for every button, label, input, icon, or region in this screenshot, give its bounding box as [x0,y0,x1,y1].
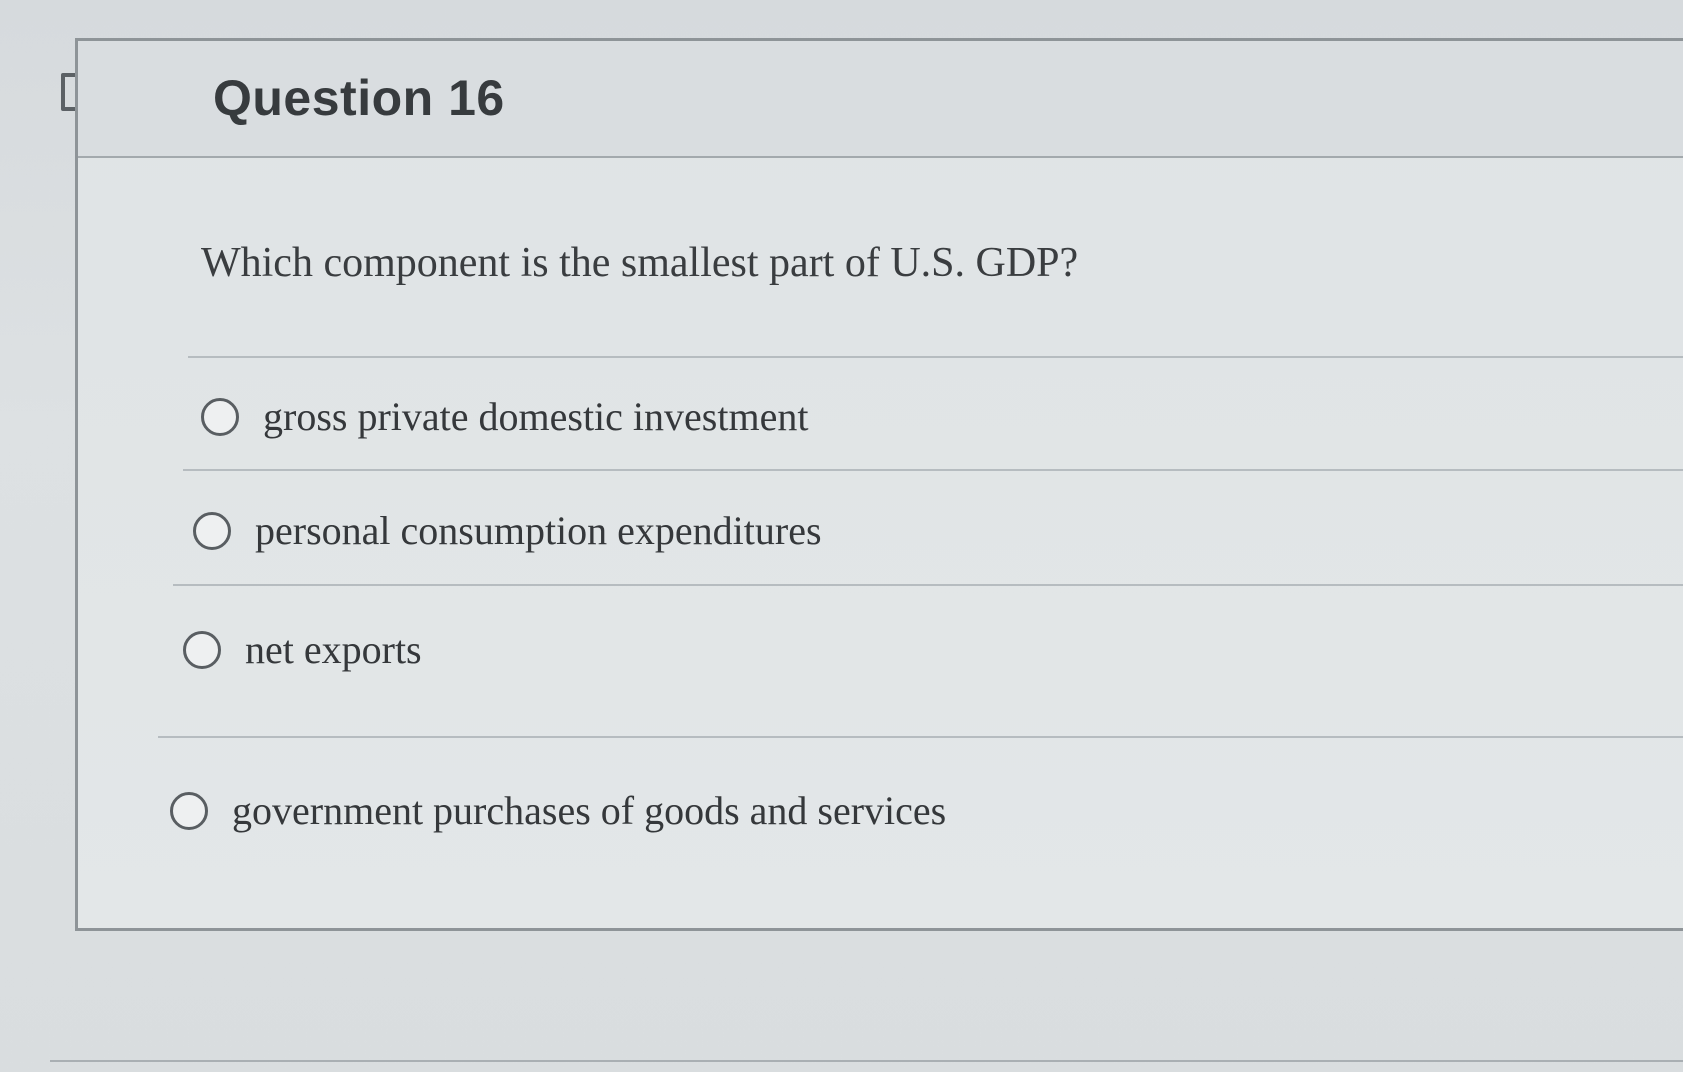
answer-label: government purchases of goods and servic… [232,788,947,833]
answer-label: personal consumption expenditures [255,508,822,553]
answer-option-3[interactable]: net exports [183,626,422,673]
answer-label: net exports [245,627,422,672]
divider [183,469,1683,471]
bottom-divider [50,1060,1683,1062]
divider [173,584,1683,586]
divider [158,736,1683,738]
divider [188,356,1683,358]
quiz-page: Question 16 Which component is the small… [0,0,1683,1072]
question-card: Question 16 Which component is the small… [75,38,1683,931]
question-title: Question 16 [213,70,505,126]
question-header: Question 16 [78,41,1683,158]
question-prompt: Which component is the smallest part of … [201,240,1079,286]
answer-label: gross private domestic investment [263,394,809,439]
answer-option-1[interactable]: gross private domestic investment [201,393,808,440]
radio-unselected-icon[interactable] [193,511,231,550]
radio-unselected-icon[interactable] [201,397,239,436]
radio-unselected-icon[interactable] [183,630,221,669]
answer-option-4[interactable]: government purchases of goods and servic… [170,787,946,834]
answer-option-2[interactable]: personal consumption expenditures [193,507,822,554]
radio-unselected-icon[interactable] [170,791,208,830]
